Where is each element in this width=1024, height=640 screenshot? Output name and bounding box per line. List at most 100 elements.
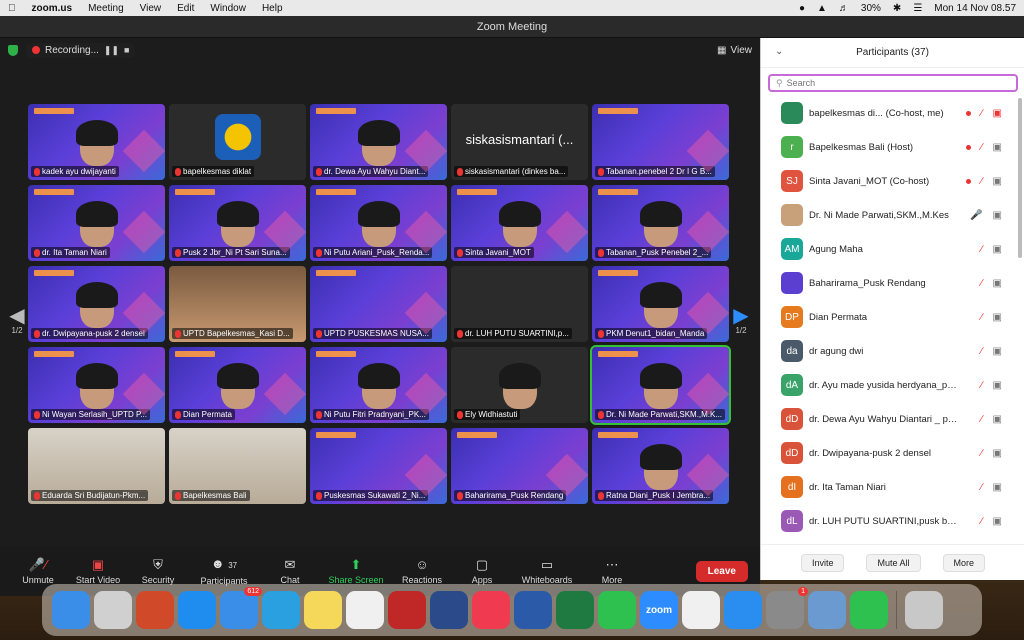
participant-row[interactable]: dD dr. Dwipayana-pusk 2 densel ∕ ▣ bbox=[761, 436, 1024, 470]
video-tile[interactable]: Ni Wayan Serlasih_UPTD P... bbox=[28, 347, 165, 423]
apps-button[interactable]: ▢ Apps bbox=[452, 557, 512, 585]
video-off-icon[interactable]: ▣ bbox=[993, 448, 1002, 459]
participant-row[interactable]: AM Agung Maha ∕ ▣ bbox=[761, 232, 1024, 266]
mail-icon[interactable]: 612 bbox=[220, 587, 262, 629]
participant-row[interactable]: Dr. Ni Made Parwati,SKM.,M.Kes 🎤 ▣ bbox=[761, 198, 1024, 232]
apple-icon[interactable]:  bbox=[8, 3, 16, 14]
stop-recording-icon[interactable]: ■ bbox=[124, 45, 129, 55]
video-off-icon[interactable]: ▣ bbox=[993, 414, 1002, 425]
powerpoint-icon[interactable] bbox=[136, 591, 174, 629]
participant-row[interactable]: dI dr. Ita Taman Niari ∕ ▣ bbox=[761, 470, 1024, 504]
pause-recording-icon[interactable]: ❚❚ bbox=[104, 45, 119, 56]
panel-scrollbar[interactable] bbox=[1018, 98, 1022, 258]
chrome-icon[interactable] bbox=[682, 591, 720, 629]
video-off-icon[interactable]: ▣ bbox=[993, 516, 1002, 527]
muted-mic-icon[interactable]: ∕ bbox=[981, 278, 983, 289]
video-tile[interactable]: Dian Permata bbox=[169, 347, 306, 423]
muted-mic-icon[interactable]: ∕ bbox=[981, 516, 983, 527]
video-tile[interactable]: Ni Putu Fitri Pradnyani_PK... bbox=[310, 347, 447, 423]
muted-mic-icon[interactable]: ∕ bbox=[981, 482, 983, 493]
video-off-icon[interactable]: ▣ bbox=[993, 210, 1002, 221]
start-video-button[interactable]: ▣ Start Video bbox=[68, 557, 128, 585]
photos-icon[interactable] bbox=[346, 591, 384, 629]
video-off-icon[interactable]: ▣ bbox=[993, 312, 1002, 323]
participant-row[interactable]: r Bapelkesmas Bali (Host) ∕ ▣ bbox=[761, 130, 1024, 164]
menu-meeting[interactable]: Meeting bbox=[88, 3, 124, 14]
video-tile[interactable]: Bapelkesmas Bali bbox=[169, 428, 306, 504]
participant-row[interactable]: SJ Sinta Javani_MOT (Co-host) ∕ ▣ bbox=[761, 164, 1024, 198]
safari-icon[interactable] bbox=[724, 591, 762, 629]
quicktime-icon[interactable] bbox=[430, 591, 468, 629]
video-tile[interactable]: dr. Ita Taman Niari bbox=[28, 185, 165, 261]
video-tile[interactable]: Tabanan_Pusk Penebel 2_... bbox=[592, 185, 729, 261]
menu-app-name[interactable]: zoom.us bbox=[32, 3, 73, 14]
muted-mic-icon[interactable]: ∕ bbox=[981, 312, 983, 323]
launchpad-icon[interactable] bbox=[94, 591, 132, 629]
unmute-button[interactable]: 🎤∕ Unmute bbox=[8, 557, 68, 585]
video-tile[interactable]: Pusk 2 Jbr_Ni Pt Sari Suna... bbox=[169, 185, 306, 261]
mendeley-icon[interactable] bbox=[388, 591, 426, 629]
participant-row[interactable]: da dr agung dwi ∕ ▣ bbox=[761, 334, 1024, 368]
video-tile[interactable]: Ratna Diani_Pusk I Jembra... bbox=[592, 428, 729, 504]
participant-search[interactable]: ⚲ bbox=[768, 74, 1018, 92]
menu-view[interactable]: View bbox=[140, 3, 162, 14]
leave-button[interactable]: Leave bbox=[695, 560, 748, 582]
participant-row[interactable]: bapelkesmas di... (Co-host, me) ∕ ▣ bbox=[761, 96, 1024, 130]
chevron-down-icon[interactable]: ⌄ bbox=[775, 46, 783, 57]
menu-help[interactable]: Help bbox=[262, 3, 283, 14]
chat-button[interactable]: ✉ Chat bbox=[260, 557, 320, 585]
muted-mic-icon[interactable]: ∕ bbox=[981, 108, 983, 119]
participant-row[interactable]: dD dr. Dewa Ayu Wahyu Diantari _ pus... ∕ ▣ bbox=[761, 402, 1024, 436]
video-tile[interactable]: Ely Widhiastuti bbox=[451, 347, 588, 423]
view-button[interactable]: ▦ View bbox=[717, 45, 752, 56]
video-tile[interactable]: kadek ayu dwijayanti bbox=[28, 104, 165, 180]
video-tile[interactable]: Eduarda Sri Budijatun-Pkm... bbox=[28, 428, 165, 504]
muted-mic-icon[interactable]: ∕ bbox=[981, 346, 983, 357]
participant-row[interactable]: DP Dian Permata ∕ ▣ bbox=[761, 300, 1024, 334]
facetime-icon[interactable] bbox=[850, 591, 888, 629]
video-tile[interactable]: PKM Denut1_bidan_Manda bbox=[592, 266, 729, 342]
muted-mic-icon[interactable]: ∕ bbox=[981, 414, 983, 425]
menu-window[interactable]: Window bbox=[210, 3, 246, 14]
volume-icon[interactable]: ♬ bbox=[839, 3, 849, 14]
more-button[interactable]: ⋯ More bbox=[582, 557, 642, 585]
wifi-icon[interactable]: ▲ bbox=[817, 3, 827, 14]
control-center-icon[interactable]: ☰ bbox=[913, 3, 922, 14]
muted-mic-icon[interactable]: ∕ bbox=[981, 244, 983, 255]
panel-more-button[interactable]: More bbox=[942, 553, 986, 572]
invite-button[interactable]: Invite bbox=[800, 553, 845, 572]
muted-mic-icon[interactable]: ∕ bbox=[981, 142, 983, 153]
muted-mic-icon[interactable]: ∕ bbox=[981, 448, 983, 459]
video-off-icon[interactable]: ▣ bbox=[993, 346, 1002, 357]
bluetooth-icon[interactable]: ✱ bbox=[893, 3, 901, 14]
app-store-icon[interactable] bbox=[178, 591, 216, 629]
video-tile[interactable]: dr. LUH PUTU SUARTINI,p... bbox=[451, 266, 588, 342]
video-off-icon[interactable]: ▣ bbox=[993, 108, 1002, 119]
video-tile[interactable]: siskasismantari (... siskasismantari (din… bbox=[451, 104, 588, 180]
system-preferences-icon[interactable]: 1 bbox=[766, 587, 808, 629]
next-page-button[interactable]: ▶ 1/2 bbox=[728, 288, 754, 352]
participant-row[interactable]: dA dr. Ayu made yusida herdyana_pu... ∕ ▣ bbox=[761, 368, 1024, 402]
video-off-icon[interactable]: ▣ bbox=[993, 244, 1002, 255]
participant-row[interactable]: Baharirama_Pusk Rendang ∕ ▣ bbox=[761, 266, 1024, 300]
video-tile[interactable]: bapelkesmas diklat bbox=[169, 104, 306, 180]
video-off-icon[interactable]: ▣ bbox=[993, 482, 1002, 493]
video-tile[interactable]: Tabanan.penebel 2 Dr I G B... bbox=[592, 104, 729, 180]
video-off-icon[interactable]: ▣ bbox=[993, 380, 1002, 391]
video-tile[interactable]: UPTD PUSKESMAS NUSA... bbox=[310, 266, 447, 342]
video-tile[interactable]: Ni Putu Ariani_Pusk_Renda... bbox=[310, 185, 447, 261]
video-tile[interactable]: Puskesmas Sukawati 2_Ni... bbox=[310, 428, 447, 504]
reactions-button[interactable]: ☺ Reactions bbox=[392, 557, 452, 585]
participant-row[interactable]: dL dr. LUH PUTU SUARTINI,pusk banj... ∕ ▣ bbox=[761, 504, 1024, 538]
search-input[interactable] bbox=[786, 78, 987, 88]
mute-all-button[interactable]: Mute All bbox=[866, 553, 921, 572]
battery-label[interactable]: 30% bbox=[861, 3, 881, 14]
video-off-icon[interactable]: ▣ bbox=[993, 278, 1002, 289]
video-tile[interactable]: Sinta Javani_MOT bbox=[451, 185, 588, 261]
word-icon[interactable] bbox=[514, 591, 552, 629]
clock[interactable]: Mon 14 Nov 08.57 bbox=[934, 3, 1016, 14]
whiteboards-button[interactable]: ▭ Whiteboards bbox=[512, 557, 582, 585]
menu-edit[interactable]: Edit bbox=[177, 3, 194, 14]
toggle-icon[interactable]: ● bbox=[799, 3, 805, 14]
notes-icon[interactable] bbox=[304, 591, 342, 629]
